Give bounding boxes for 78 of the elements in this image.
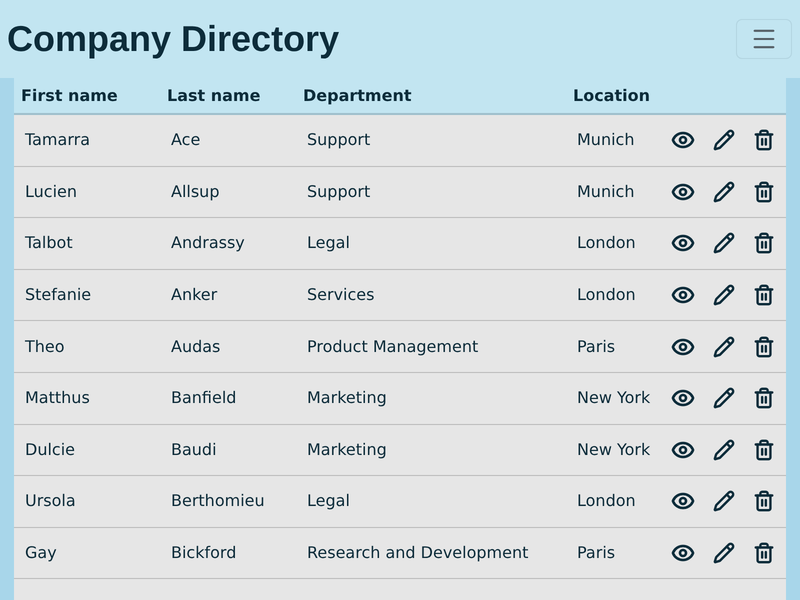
delete-button[interactable] [753, 284, 775, 306]
trash-icon [753, 542, 775, 564]
table-cell: Talbot [25, 233, 73, 252]
table-cell: Support [307, 130, 370, 150]
table-cell: Bickford [171, 543, 236, 562]
table-cell: Allsup [171, 182, 220, 201]
table-cell: New York [577, 440, 650, 459]
edit-button[interactable] [713, 387, 735, 410]
table-cell: Stefanie [25, 285, 92, 304]
edit-button[interactable] [713, 336, 735, 358]
pencil-icon [713, 490, 735, 512]
edit-button[interactable] [713, 284, 735, 306]
table-cell: Product Management [307, 336, 478, 356]
table-cell: Paris [577, 336, 616, 356]
table-cell: Legal [307, 491, 350, 510]
trash-icon [753, 336, 775, 358]
trash-icon [753, 284, 775, 306]
trash-icon [753, 490, 775, 512]
column-header: Location [573, 84, 651, 106]
delete-button[interactable] [753, 336, 775, 358]
delete-button[interactable] [753, 438, 775, 461]
table-cell: Andrassy [171, 233, 245, 252]
table-cell: Munich [577, 130, 634, 150]
edit-button[interactable] [713, 490, 735, 512]
delete-button[interactable] [753, 232, 775, 254]
pencil-icon [713, 542, 735, 564]
pencil-icon [713, 438, 735, 461]
table-cell: Theo [25, 336, 65, 356]
trash-icon [753, 232, 775, 254]
pencil-icon [713, 336, 735, 358]
edit-button[interactable] [713, 438, 735, 461]
delete-button[interactable] [753, 129, 775, 152]
table-cell: Tamarra [25, 130, 90, 150]
pencil-icon [713, 387, 735, 410]
edit-button[interactable] [713, 180, 735, 203]
table-cell: Gay [25, 543, 57, 562]
table-cell: Anker [171, 285, 218, 304]
trash-icon [753, 129, 775, 152]
column-header: Department [303, 84, 412, 106]
table-cell: New York [577, 388, 650, 408]
table-cell: Baudi [171, 440, 217, 459]
table-cell: Services [307, 285, 374, 304]
table-cell: Ace [171, 130, 200, 150]
table-cell: Legal [307, 233, 350, 252]
table-cell: Dulcie [25, 440, 75, 459]
table-cell: Munich [577, 182, 634, 201]
table-cell: London [577, 491, 636, 510]
delete-button[interactable] [753, 180, 775, 203]
table-cell: Lucien [25, 182, 77, 201]
trash-icon [753, 387, 775, 410]
trash-icon [753, 438, 775, 461]
table-cell: Audas [171, 336, 220, 356]
table-cell: London [577, 285, 636, 304]
edit-button[interactable] [713, 542, 735, 564]
delete-button[interactable] [753, 387, 775, 410]
menu-button[interactable] [736, 19, 792, 59]
table-cell: Berthomieu [171, 491, 265, 510]
page-title: Company Directory [7, 21, 340, 57]
column-header: First name [21, 84, 119, 106]
table-cell: Banfield [171, 388, 236, 408]
pencil-icon [713, 284, 735, 306]
edit-button[interactable] [713, 129, 735, 152]
table-cell: Research and Development [307, 543, 528, 562]
pencil-icon [713, 180, 735, 203]
table-cell: Marketing [307, 440, 387, 459]
pencil-icon [713, 129, 735, 152]
table-cell: Matthus [25, 388, 90, 408]
table-cell: Marketing [307, 388, 387, 408]
pencil-icon [713, 232, 735, 254]
delete-button[interactable] [753, 490, 775, 512]
column-header: Last name [167, 84, 262, 106]
edit-button[interactable] [713, 232, 735, 254]
delete-button[interactable] [753, 542, 775, 564]
table-cell: Support [307, 182, 370, 201]
table-cell: Ursola [25, 491, 76, 510]
table-cell: London [577, 233, 636, 252]
table-cell: Paris [577, 543, 616, 562]
trash-icon [753, 180, 775, 203]
